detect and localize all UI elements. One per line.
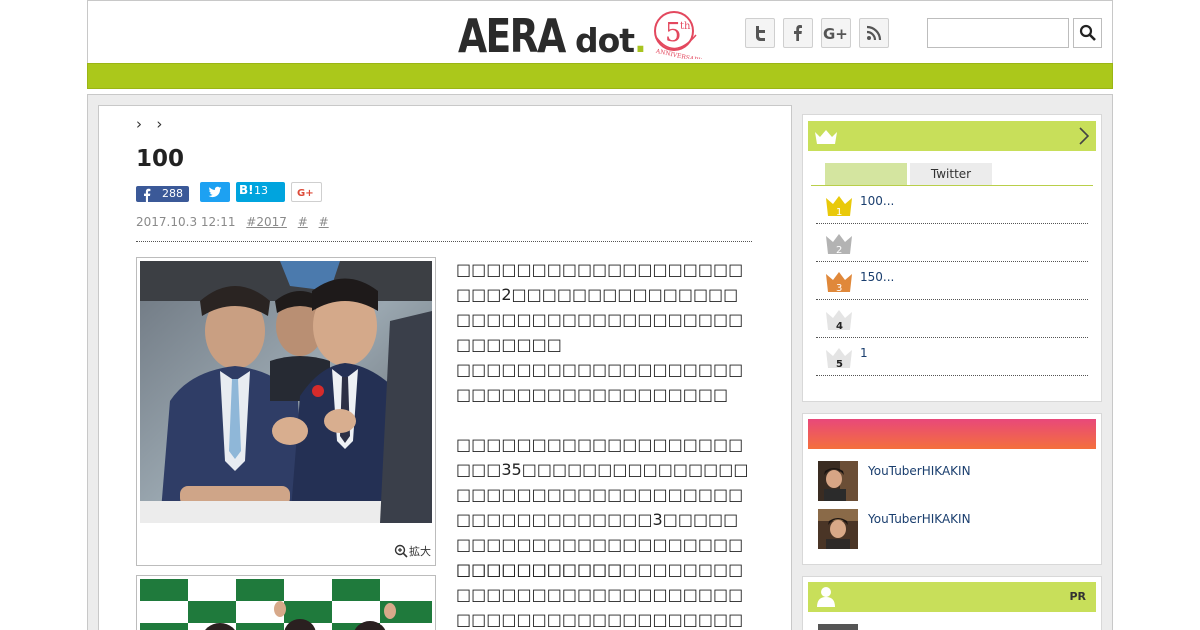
rss-link[interactable] bbox=[859, 18, 889, 48]
bronze-crown-icon: 3 bbox=[826, 272, 852, 294]
facebook-share-count: 288 bbox=[162, 187, 183, 200]
article-paragraph: □□□□□□□□□□□□□□□□□□□□□□□□□□□□□□□□□□□□□ bbox=[456, 360, 744, 404]
twitter-link[interactable] bbox=[745, 18, 775, 48]
article: › › 100 288 B! 13 G+ 2017.10.3 12:11 #20… bbox=[98, 105, 792, 630]
thumbnail-image bbox=[818, 461, 858, 501]
crown-icon: 5 bbox=[826, 348, 852, 370]
ranking-item-title: 1 bbox=[860, 346, 868, 360]
site-header: AERA dot. 5 th ANNIVERSARY G+ bbox=[87, 0, 1113, 64]
nav-bar bbox=[87, 63, 1113, 89]
rss-icon bbox=[866, 25, 882, 41]
divider bbox=[136, 241, 752, 242]
photo-image bbox=[140, 579, 432, 630]
silver-crown-icon: 2 bbox=[826, 234, 852, 256]
page: AERA dot. 5 th ANNIVERSARY G+ › › 100 28… bbox=[87, 0, 1113, 630]
google-plus-link[interactable]: G+ bbox=[821, 18, 851, 48]
pr-label: PR bbox=[1069, 590, 1086, 603]
facebook-icon bbox=[144, 188, 151, 202]
ranking-item-3[interactable]: 3 150... bbox=[816, 262, 1088, 300]
hatena-bookmark-icon: B! bbox=[239, 183, 254, 197]
politicians-photo bbox=[140, 261, 432, 523]
search-button[interactable] bbox=[1073, 18, 1102, 48]
user-icon bbox=[817, 587, 835, 607]
pr-widget: PR bbox=[802, 576, 1102, 630]
twitter-icon bbox=[756, 26, 765, 41]
featured-thumbnail bbox=[818, 509, 858, 549]
article-date: 2017.10.3 12:11 bbox=[136, 215, 236, 229]
hatena-bookmark-count: 13 bbox=[254, 184, 268, 197]
featured-widget: YouTuberHIKAKIN YouTuberHIKAKIN bbox=[802, 413, 1102, 565]
google-plus-icon: G+ bbox=[823, 25, 848, 42]
facebook-link[interactable] bbox=[783, 18, 813, 48]
svg-text:2: 2 bbox=[836, 245, 842, 256]
article-photo-main[interactable]: 拡大 bbox=[136, 257, 436, 566]
ranking-item-title: 150... bbox=[860, 270, 895, 284]
hatena-bookmark-button[interactable]: B! 13 bbox=[236, 182, 285, 202]
anniversary-badge-icon: 5 th ANNIVERSARY bbox=[654, 11, 702, 59]
facebook-share-button[interactable]: 288 bbox=[136, 186, 189, 202]
thumbnail-image bbox=[818, 509, 858, 549]
svg-text:G+: G+ bbox=[297, 188, 314, 199]
featured-item-title: YouTuberHIKAKIN bbox=[868, 512, 971, 526]
svg-text:G+: G+ bbox=[823, 25, 848, 42]
pr-thumbnail[interactable] bbox=[818, 624, 858, 630]
zoom-button[interactable]: 拡大 bbox=[394, 543, 431, 559]
ranking-item-5[interactable]: 5 1 bbox=[816, 338, 1088, 376]
zoom-label: 拡大 bbox=[409, 545, 431, 558]
article-paragraph: □□□□□□□□□□□□□□□□□□□□□□□□□□□□□□□□□□□□□□□□… bbox=[456, 560, 744, 629]
svg-text:1: 1 bbox=[836, 207, 842, 218]
ranking-item-2[interactable]: 2 bbox=[816, 224, 1088, 262]
article-photo-second[interactable] bbox=[136, 575, 436, 630]
tag-link[interactable]: #2017 bbox=[246, 215, 287, 229]
search-input[interactable] bbox=[927, 18, 1069, 48]
ranking-widget: Twitter 1 100... 2 3 150... 4 5 1 bbox=[802, 114, 1102, 402]
tag-link[interactable]: # bbox=[298, 215, 308, 229]
featured-header bbox=[808, 419, 1096, 449]
zoom-in-icon bbox=[394, 544, 408, 558]
svg-text:3: 3 bbox=[836, 283, 842, 294]
svg-text:4: 4 bbox=[836, 321, 843, 332]
google-plus-share-button[interactable]: G+ bbox=[291, 182, 322, 202]
ranking-item-title: 100... bbox=[860, 194, 895, 208]
facebook-icon bbox=[794, 25, 802, 41]
crown-icon bbox=[815, 130, 837, 144]
logo-aera-text: AERA bbox=[458, 9, 566, 63]
gold-crown-icon: 1 bbox=[826, 196, 852, 218]
breadcrumb-separator: › bbox=[136, 115, 142, 133]
featured-item-title: YouTuberHIKAKIN bbox=[868, 464, 971, 478]
ranking-item-1[interactable]: 1 100... bbox=[816, 186, 1088, 224]
chevron-right-icon bbox=[1079, 127, 1090, 145]
search-icon bbox=[1079, 24, 1096, 41]
pr-header: PR bbox=[808, 582, 1096, 612]
twitter-share-button[interactable] bbox=[200, 182, 230, 202]
google-plus-icon: G+ bbox=[297, 188, 314, 199]
twitter-bird-icon bbox=[208, 186, 222, 198]
article-meta: 2017.10.3 12:11 #2017 # # bbox=[136, 215, 329, 229]
ranking-item-4[interactable]: 4 bbox=[816, 300, 1088, 338]
breadcrumb: › › bbox=[136, 115, 162, 133]
party-event-photo bbox=[140, 579, 432, 630]
article-paragraph: □□□□□□□□□□□□□□□□□□□□□□2□□□□□□□□□□□□□□□□□… bbox=[456, 260, 744, 354]
tab-ranking-default[interactable] bbox=[825, 163, 907, 185]
svg-text:th: th bbox=[680, 21, 691, 32]
tag-link[interactable]: # bbox=[319, 215, 329, 229]
featured-thumbnail bbox=[818, 461, 858, 501]
article-title: 100 bbox=[136, 146, 185, 172]
photo-image bbox=[140, 261, 432, 523]
tab-twitter[interactable]: Twitter bbox=[910, 163, 992, 185]
logo-dot-text: dot. bbox=[575, 21, 647, 60]
ranking-header[interactable] bbox=[808, 121, 1096, 151]
crown-icon: 4 bbox=[826, 310, 852, 332]
svg-text:5: 5 bbox=[836, 359, 843, 370]
breadcrumb-separator: › bbox=[156, 115, 163, 133]
